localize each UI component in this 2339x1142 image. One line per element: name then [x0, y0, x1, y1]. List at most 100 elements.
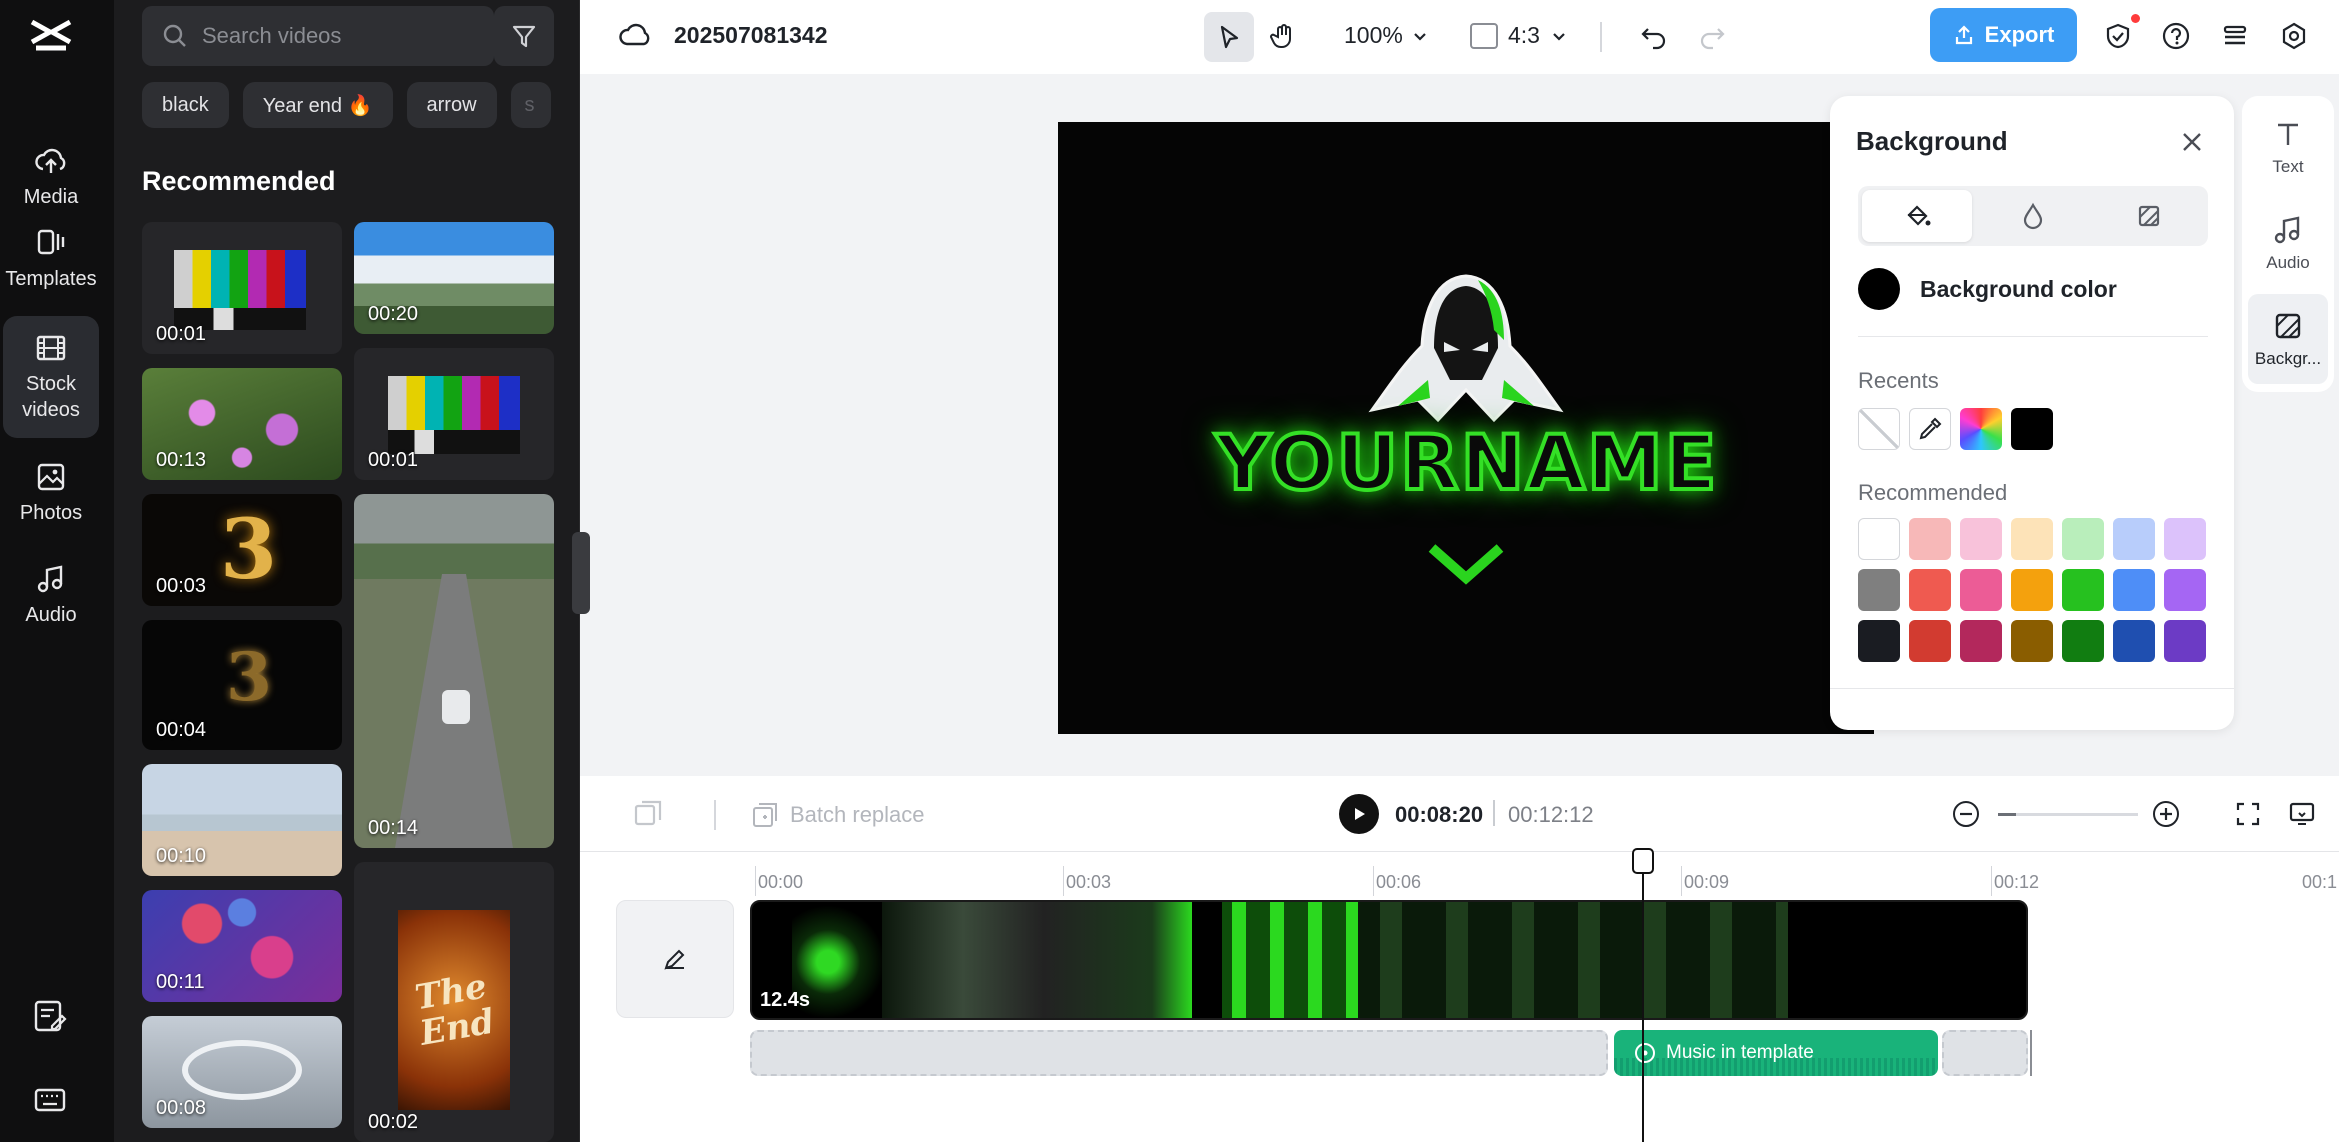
video-duration: 00:03 — [156, 575, 207, 597]
cloud-sync-icon[interactable] — [616, 18, 652, 54]
video-thumb-road-car[interactable]: 00:14 — [354, 494, 554, 848]
timeline-zoom-slider[interactable] — [1998, 813, 2138, 816]
chip-arrow[interactable]: arrow — [406, 82, 497, 128]
aspect-ratio-dropdown[interactable]: 4:3 — [1470, 22, 1568, 49]
video-thumb-flowers[interactable]: 00:13 — [142, 368, 342, 480]
swatch-recommended-color[interactable] — [2011, 569, 2053, 611]
close-icon[interactable] — [2178, 128, 2206, 156]
swatch-recommended-color[interactable] — [2164, 569, 2206, 611]
current-color-swatch[interactable] — [1858, 268, 1900, 310]
chevron-down-icon — [1553, 32, 1565, 41]
fullscreen-button[interactable] — [2230, 796, 2266, 832]
hand-tool-button[interactable] — [1266, 18, 1302, 54]
zoom-in-button[interactable] — [2148, 796, 2184, 832]
music-clip[interactable]: Music in template — [1614, 1030, 1938, 1076]
video-thumb-spiral-structure[interactable]: 00:08 — [142, 1016, 342, 1128]
hooded-mascot-graphic — [1368, 274, 1564, 423]
zoom-dropdown[interactable]: 100% — [1344, 22, 1429, 49]
video-thumb-sparkle-3[interactable]: 3 00:04 — [142, 620, 342, 750]
play-button[interactable] — [1339, 794, 1379, 834]
tab-pattern[interactable] — [2094, 190, 2204, 242]
swatch-recommended-color[interactable] — [1909, 569, 1951, 611]
project-title[interactable]: 202507081342 — [674, 22, 828, 49]
swatch-recommended-color[interactable] — [1909, 620, 1951, 662]
video-thumb-the-end[interactable]: The End 00:02 — [354, 862, 554, 1142]
edit-cover-button[interactable] — [616, 900, 734, 1018]
rail-item-audio[interactable]: Audio — [2248, 198, 2328, 288]
swatch-recommended-color[interactable] — [2011, 518, 2053, 560]
video-thumb-color-bars[interactable]: 00:01 — [142, 222, 342, 354]
swatch-gradient-picker[interactable] — [1960, 408, 2002, 450]
video-thumb-fish[interactable]: 00:11 — [142, 890, 342, 1002]
swatch-recommended-color[interactable] — [2011, 620, 2053, 662]
swatch-none[interactable] — [1858, 408, 1900, 450]
current-time: 00:08:20 — [1395, 802, 1484, 827]
panel-collapse-handle[interactable] — [572, 532, 590, 614]
swatch-recommended-color[interactable] — [2113, 518, 2155, 560]
help-button[interactable] — [2158, 18, 2194, 54]
layers-button[interactable] — [2217, 18, 2253, 54]
swatch-recommended-color[interactable] — [1858, 620, 1900, 662]
background-color-row[interactable]: Background color — [1858, 268, 2117, 310]
swatch-recommended-color[interactable] — [1858, 569, 1900, 611]
video-thumb-beach[interactable]: 00:10 — [142, 764, 342, 876]
nav-item-templates[interactable]: Templates — [3, 198, 99, 320]
capcut-logo-icon[interactable] — [28, 14, 74, 56]
settings-button[interactable] — [2276, 18, 2312, 54]
tab-blur[interactable] — [1978, 190, 2088, 242]
chip-year-end[interactable]: Year end 🔥 — [242, 82, 393, 128]
redo-button[interactable] — [1694, 18, 1730, 54]
notes-edit-icon[interactable] — [32, 998, 68, 1034]
swatch-recommended-color[interactable] — [1960, 620, 2002, 662]
audio-track-placeholder-end[interactable] — [1942, 1030, 2028, 1076]
swatch-recommended-color[interactable] — [1858, 518, 1900, 560]
left-nav-rail: Media Templates Stock videos Photos Audi… — [0, 0, 114, 1142]
preview-screen-button[interactable] — [2284, 796, 2320, 832]
swatch-recommended-color[interactable] — [1960, 569, 2002, 611]
swatch-recommended-color[interactable] — [2113, 569, 2155, 611]
swatch-recommended-color[interactable] — [2062, 620, 2104, 662]
swatch-recommended-color[interactable] — [2164, 518, 2206, 560]
video-thumb-color-bars-2[interactable]: 00:01 — [354, 348, 554, 480]
video-thumb-mountains[interactable]: 00:20 — [354, 222, 554, 334]
clip-frame — [1222, 902, 1358, 1018]
background-panel-title: Background — [1856, 126, 2008, 156]
audio-track-placeholder[interactable] — [750, 1030, 1608, 1076]
rail-item-background[interactable]: Backgr... — [2248, 294, 2328, 384]
swatch-recommended-color[interactable] — [1909, 518, 1951, 560]
undo-button[interactable] — [1636, 18, 1672, 54]
video-thumb-countdown-3[interactable]: 3 00:03 — [142, 494, 342, 606]
playhead-handle[interactable] — [1632, 848, 1654, 874]
replace-media-button[interactable] — [630, 796, 666, 832]
chip-truncated[interactable]: s — [510, 82, 551, 128]
swatch-recommended-color[interactable] — [2062, 518, 2104, 560]
music-note-icon — [37, 565, 63, 593]
keyboard-icon[interactable] — [32, 1082, 68, 1118]
export-button[interactable]: Export — [1930, 8, 2077, 62]
swatch-recommended-color[interactable] — [2062, 569, 2104, 611]
shield-check-button[interactable] — [2100, 18, 2136, 54]
zoom-out-button[interactable] — [1948, 796, 1984, 832]
panel-bottom-divider — [1830, 688, 2234, 689]
nav-item-stock-videos[interactable]: Stock videos — [3, 316, 99, 438]
swatch-recent-black[interactable] — [2011, 408, 2053, 450]
filter-icon — [512, 25, 536, 48]
swatch-recommended-color[interactable] — [2113, 620, 2155, 662]
video-canvas[interactable]: YOURNAME — [1058, 122, 1874, 734]
rail-item-text[interactable]: Text — [2248, 102, 2328, 192]
search-placeholder: Search videos — [202, 23, 342, 48]
batch-replace-button[interactable]: Batch replace — [750, 800, 925, 830]
music-disc-icon — [1635, 1043, 1655, 1063]
tab-fill-color[interactable] — [1862, 190, 1972, 242]
search-input[interactable]: Search videos — [142, 6, 494, 66]
swatch-recommended-color[interactable] — [1960, 518, 2002, 560]
chip-black[interactable]: black — [142, 82, 229, 128]
nav-label-audio: Audio — [25, 604, 77, 626]
swatch-recommended-color[interactable] — [2164, 620, 2206, 662]
video-clip[interactable]: 12.4s — [750, 900, 2028, 1020]
playhead-line[interactable] — [1642, 852, 1644, 1142]
nav-item-audio[interactable]: Audio — [3, 534, 99, 656]
filter-button[interactable] — [494, 6, 554, 66]
select-tool-button[interactable] — [1204, 12, 1254, 62]
eyedropper-button[interactable] — [1909, 408, 1951, 450]
